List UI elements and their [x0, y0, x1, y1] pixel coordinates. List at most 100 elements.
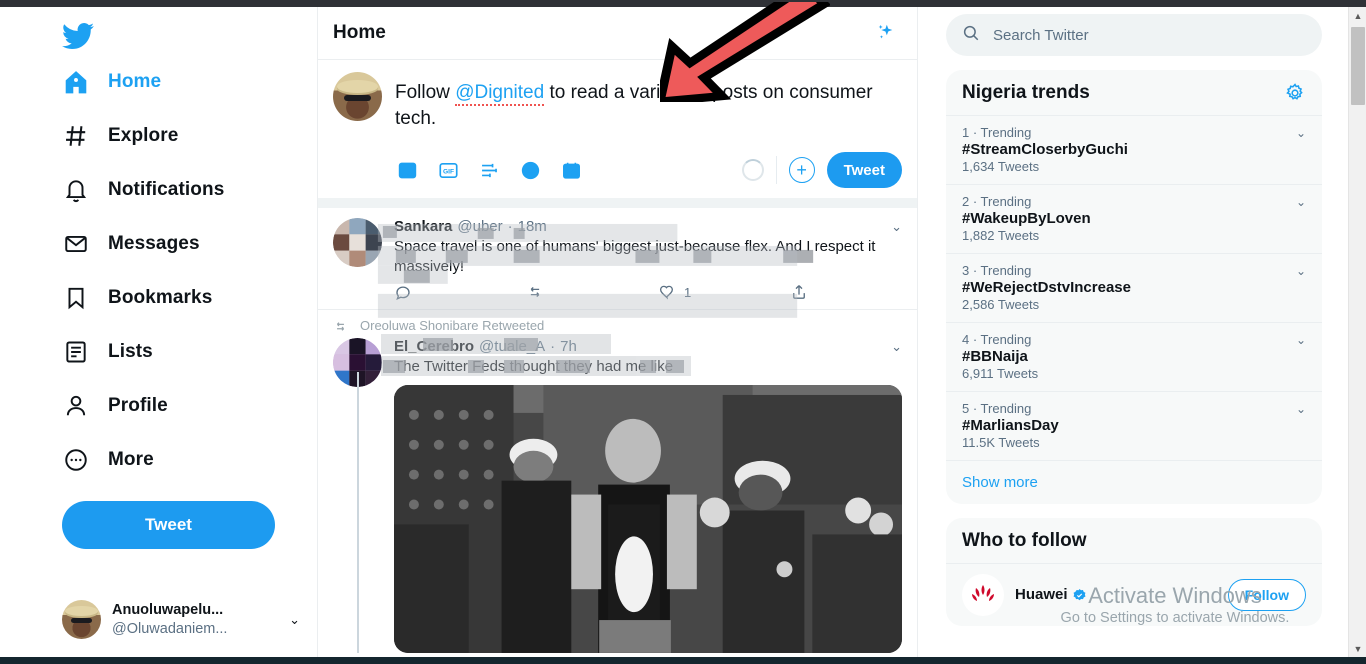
sidebar-item-label: Home [108, 71, 162, 92]
tweet-item[interactable]: Sankara @uber · 18m ⌄ Space travel is on… [318, 208, 917, 318]
left-sidebar: Home Explore Notifications Messages Book [0, 7, 318, 657]
tweet-timestamp: 18m [517, 218, 547, 235]
sidebar-item-home[interactable]: Home [62, 55, 317, 109]
avatar [333, 72, 382, 121]
compose-text[interactable]: Follow @Dignited to read a variety of po… [395, 72, 902, 132]
sidebar-item-more[interactable]: More [62, 433, 317, 487]
verified-badge-icon [1073, 588, 1086, 600]
sidebar-item-label: Bookmarks [108, 287, 213, 308]
bookmark-icon [62, 284, 90, 312]
account-display-name: Anuoluwapelu... [112, 602, 224, 619]
sidebar-item-bookmarks[interactable]: Bookmarks [62, 271, 317, 325]
sidebar-item-label: Profile [108, 395, 168, 416]
plus-circle-icon[interactable]: + [788, 157, 815, 183]
trend-rank: 5 · Trending [962, 401, 1032, 416]
hashtag-icon [62, 122, 90, 150]
gif-icon[interactable]: GIF [436, 158, 460, 182]
chevron-down-icon[interactable]: ⌄ [891, 219, 902, 235]
tweet-author-handle: @uber [457, 218, 503, 235]
tweet-header: El_Cerebro @tuale_A · 7h ⌄ [394, 338, 902, 355]
chevron-down-icon[interactable]: ⌄ [1296, 195, 1306, 209]
compose-box[interactable]: Follow @Dignited to read a variety of po… [318, 60, 917, 208]
retweet-context-label: Oreoluwa Shonibare Retweeted [360, 318, 545, 333]
tweet-item[interactable]: Oreoluwa Shonibare Retweeted El_Cerebro … [318, 310, 917, 653]
sidebar-item-messages[interactable]: Messages [62, 217, 317, 271]
trend-rank: 2 · Trending [962, 194, 1032, 209]
bell-icon [62, 176, 90, 204]
twitter-bird-icon[interactable] [62, 17, 100, 55]
trend-item[interactable]: 3 · Trending #WeRejectDstvIncrease 2,586… [946, 253, 1322, 322]
sparkles-icon[interactable] [868, 16, 902, 50]
chevron-down-icon[interactable]: ⌄ [1296, 264, 1306, 278]
page-title: Home [333, 22, 386, 43]
chevron-down-icon[interactable]: ⌄ [289, 612, 300, 628]
search-bar[interactable] [946, 14, 1322, 56]
page-scrollbar[interactable]: ▲ ▼ [1348, 7, 1366, 657]
reply-icon[interactable] [394, 283, 526, 301]
sidebar-item-notifications[interactable]: Notifications [62, 163, 317, 217]
search-icon [962, 24, 980, 47]
trend-item[interactable]: 2 · Trending #WakeupByLoven 1,882 Tweets… [946, 184, 1322, 253]
avatar[interactable] [333, 218, 382, 267]
emoji-icon[interactable] [518, 158, 542, 182]
scrollbar-thumb[interactable] [1351, 27, 1365, 105]
chevron-down-icon[interactable]: ⌄ [891, 339, 902, 355]
chevron-down-icon[interactable]: ⌄ [1296, 126, 1306, 140]
sidebar-item-explore[interactable]: Explore [62, 109, 317, 163]
tweet-text: The Twitter Feds thought they had me lik… [394, 358, 674, 375]
image-icon[interactable] [395, 158, 419, 182]
chevron-down-icon[interactable]: ⌄ [1296, 402, 1306, 416]
trend-name: #StreamCloserbyGuchi [962, 141, 1128, 158]
tweet-text: Space travel is one of humans' biggest j… [394, 238, 876, 275]
tweet-author-name[interactable]: El_Cerebro [394, 338, 474, 355]
sidebar-item-label: Lists [108, 341, 153, 362]
chevron-down-icon[interactable]: ⌄ [1296, 333, 1306, 347]
separator-dot: · [507, 218, 513, 235]
scroll-up-arrow[interactable]: ▲ [1349, 7, 1366, 24]
tweet-author-handle: @tuale_A [479, 338, 546, 355]
tweet-timestamp: 7h [560, 338, 577, 355]
home-icon [62, 68, 90, 96]
schedule-icon[interactable] [559, 158, 583, 182]
account-switcher[interactable]: Anuoluwapelu... @Oluwadaniem... ⌄ [62, 600, 300, 639]
search-input[interactable] [993, 26, 1306, 44]
person-icon [62, 392, 90, 420]
trend-item[interactable]: 1 · Trending #StreamCloserbyGuchi 1,634 … [946, 115, 1322, 184]
tweet-author-name[interactable]: Sankara [394, 218, 452, 235]
trend-item[interactable]: 5 · Trending #MarliansDay 11.5K Tweets ⌄ [946, 391, 1322, 460]
separator-dot: · [550, 338, 556, 355]
follow-button[interactable]: Follow [1227, 579, 1306, 611]
trend-count: 2,586 Tweets [962, 297, 1040, 312]
share-icon[interactable] [790, 283, 808, 301]
thread-connector [357, 372, 359, 653]
account-handle: @Oluwadaniem... [112, 620, 228, 637]
sidebar-item-lists[interactable]: Lists [62, 325, 317, 379]
avatar[interactable] [962, 574, 1004, 616]
compose-text-prefix: Follow [395, 82, 456, 103]
divider [775, 156, 777, 184]
sidebar-item-profile[interactable]: Profile [62, 379, 317, 433]
gear-icon[interactable] [1284, 82, 1306, 104]
mention-link[interactable]: @Dignited [455, 82, 545, 106]
compose-tweet-button[interactable]: Tweet [62, 501, 275, 549]
scroll-down-arrow[interactable]: ▼ [1349, 640, 1366, 657]
retweet-icon[interactable] [526, 283, 658, 301]
show-more-link[interactable]: Show more [946, 460, 1322, 504]
tweet-actions: 1 [394, 283, 824, 301]
retweet-icon [333, 319, 348, 337]
trend-count: 11.5K Tweets [962, 435, 1040, 450]
browser-top-chrome [0, 0, 1366, 7]
like-count: 1 [684, 284, 692, 300]
suggested-user-row[interactable]: Huawei Follow [946, 563, 1322, 626]
avatar [62, 600, 101, 639]
tweet-header: Sankara @uber · 18m ⌄ [394, 218, 902, 235]
trends-card: Nigeria trends 1 · Trending #StreamClose… [946, 70, 1322, 504]
trend-count: 6,911 Tweets [962, 366, 1039, 381]
heart-icon[interactable]: 1 [658, 283, 790, 301]
poll-icon[interactable] [477, 158, 501, 182]
trend-item[interactable]: 4 · Trending #BBNaija 6,911 Tweets ⌄ [946, 322, 1322, 391]
tweet-submit-button[interactable]: Tweet [826, 152, 902, 188]
who-to-follow-header: Who to follow [946, 518, 1322, 563]
tweet-media-video[interactable] [394, 385, 902, 653]
sidebar-item-label: More [108, 449, 154, 470]
